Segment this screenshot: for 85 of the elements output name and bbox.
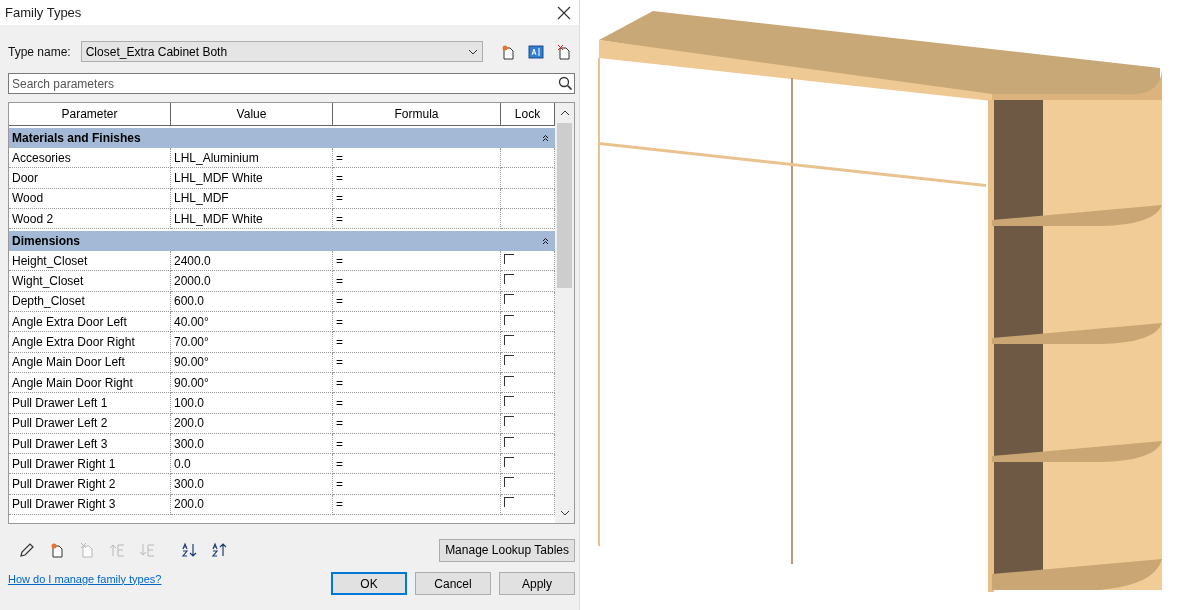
- dialog-button[interactable]: OK: [331, 572, 407, 595]
- scrollbar[interactable]: [555, 103, 574, 523]
- value-cell[interactable]: 90.00°: [171, 352, 333, 373]
- parameter-cell: Pull Drawer Right 1: [9, 454, 171, 475]
- dialog-button[interactable]: Apply: [499, 572, 575, 595]
- formula-cell[interactable]: =: [333, 208, 501, 230]
- parameter-cell: Pull Drawer Left 2: [9, 413, 171, 434]
- chevron-up-icon: [559, 110, 570, 116]
- value-cell[interactable]: LHL_MDF White: [171, 208, 333, 230]
- formula-cell[interactable]: =: [333, 372, 501, 394]
- column-header[interactable]: Lock: [501, 103, 555, 126]
- group-header[interactable]: Materials and Finishes: [9, 128, 555, 148]
- value-cell[interactable]: 90.00°: [171, 372, 333, 394]
- formula-cell[interactable]: =: [333, 271, 501, 292]
- value-cell[interactable]: 0.0: [171, 454, 333, 475]
- parameter-cell: Angle Main Door Right: [9, 372, 171, 394]
- search-field[interactable]: Search parameters: [8, 73, 575, 94]
- column-header[interactable]: Formula: [333, 103, 501, 126]
- collapse-icon: [542, 134, 549, 142]
- formula-cell[interactable]: =: [333, 188, 501, 209]
- formula-cell[interactable]: =: [333, 433, 501, 455]
- chevron-down-icon: [559, 510, 570, 516]
- parameter-cell: Angle Extra Door Right: [9, 332, 171, 353]
- value-cell[interactable]: 600.0: [171, 291, 333, 313]
- dialog-button[interactable]: Cancel: [415, 572, 491, 595]
- value-cell[interactable]: LHL_Aluminium: [171, 148, 333, 169]
- type-name-dropdown[interactable]: Closet_Extra Cabinet Both: [80, 41, 483, 62]
- value-cell[interactable]: 200.0: [171, 494, 333, 516]
- type-name-label: Type name:: [8, 44, 71, 59]
- formula-cell[interactable]: =: [333, 291, 501, 313]
- close-button[interactable]: [557, 5, 571, 20]
- group-header[interactable]: Dimensions: [9, 231, 555, 252]
- rename-icon: [528, 44, 544, 59]
- formula-cell[interactable]: =: [333, 413, 501, 434]
- value-cell[interactable]: 2000.0: [171, 271, 333, 292]
- formula-cell[interactable]: =: [333, 352, 501, 373]
- formula-cell[interactable]: =: [333, 332, 501, 353]
- value-cell[interactable]: 2400.0: [171, 251, 333, 272]
- help-link[interactable]: How do I manage family types?: [8, 572, 162, 585]
- parameter-cell: Angle Extra Door Left: [9, 312, 171, 333]
- delete-document-icon: [79, 542, 95, 558]
- formula-cell[interactable]: =: [333, 168, 501, 189]
- sort-descending-icon: [211, 542, 227, 558]
- value-cell[interactable]: LHL_MDF: [171, 188, 333, 209]
- value-cell[interactable]: 70.00°: [171, 332, 333, 353]
- formula-cell[interactable]: =: [333, 148, 501, 169]
- parameter-cell: Wood 2: [9, 208, 171, 230]
- value-cell[interactable]: 40.00°: [171, 312, 333, 333]
- value-cell[interactable]: 100.0: [171, 393, 333, 414]
- search-icon: [558, 76, 572, 90]
- formula-cell[interactable]: =: [333, 312, 501, 333]
- window-title: Family Types: [5, 5, 82, 20]
- formula-cell[interactable]: =: [333, 393, 501, 414]
- parameter-cell: Angle Main Door Left: [9, 352, 171, 373]
- chevron-down-icon: [468, 48, 478, 55]
- value-cell[interactable]: LHL_MDF White: [171, 168, 333, 189]
- manage-lookup-tables-button[interactable]: Manage Lookup Tables: [439, 538, 575, 562]
- formula-cell[interactable]: =: [333, 454, 501, 475]
- formula-cell[interactable]: =: [333, 474, 501, 495]
- value-cell[interactable]: 300.0: [171, 433, 333, 455]
- parameter-cell: Accesories: [9, 148, 171, 169]
- column-header[interactable]: Value: [171, 103, 333, 126]
- formula-cell[interactable]: =: [333, 494, 501, 516]
- pencil-icon: [19, 542, 35, 558]
- parameter-cell: Wight_Closet: [9, 271, 171, 292]
- move-up-icon: [109, 542, 125, 558]
- parameter-cell: Height_Closet: [9, 251, 171, 272]
- parameter-cell: Depth_Closet: [9, 291, 171, 313]
- sort-ascending-icon: [181, 542, 197, 558]
- column-header[interactable]: Parameter: [9, 103, 171, 126]
- formula-cell[interactable]: =: [333, 251, 501, 272]
- close-icon: [557, 5, 571, 20]
- parameter-cell: Pull Drawer Right 2: [9, 474, 171, 495]
- new-document-icon: [49, 542, 65, 558]
- collapse-icon: [542, 237, 549, 246]
- value-cell[interactable]: 300.0: [171, 474, 333, 495]
- parameter-cell: Pull Drawer Left 1: [9, 393, 171, 414]
- new-document-icon: [500, 43, 516, 60]
- parameter-cell: Pull Drawer Left 3: [9, 433, 171, 455]
- parameter-cell: Pull Drawer Right 3: [9, 494, 171, 516]
- move-down-icon: [139, 542, 155, 558]
- value-cell[interactable]: 200.0: [171, 413, 333, 434]
- delete-document-icon: [556, 43, 572, 60]
- parameter-cell: Wood: [9, 188, 171, 209]
- parameter-cell: Door: [9, 168, 171, 189]
